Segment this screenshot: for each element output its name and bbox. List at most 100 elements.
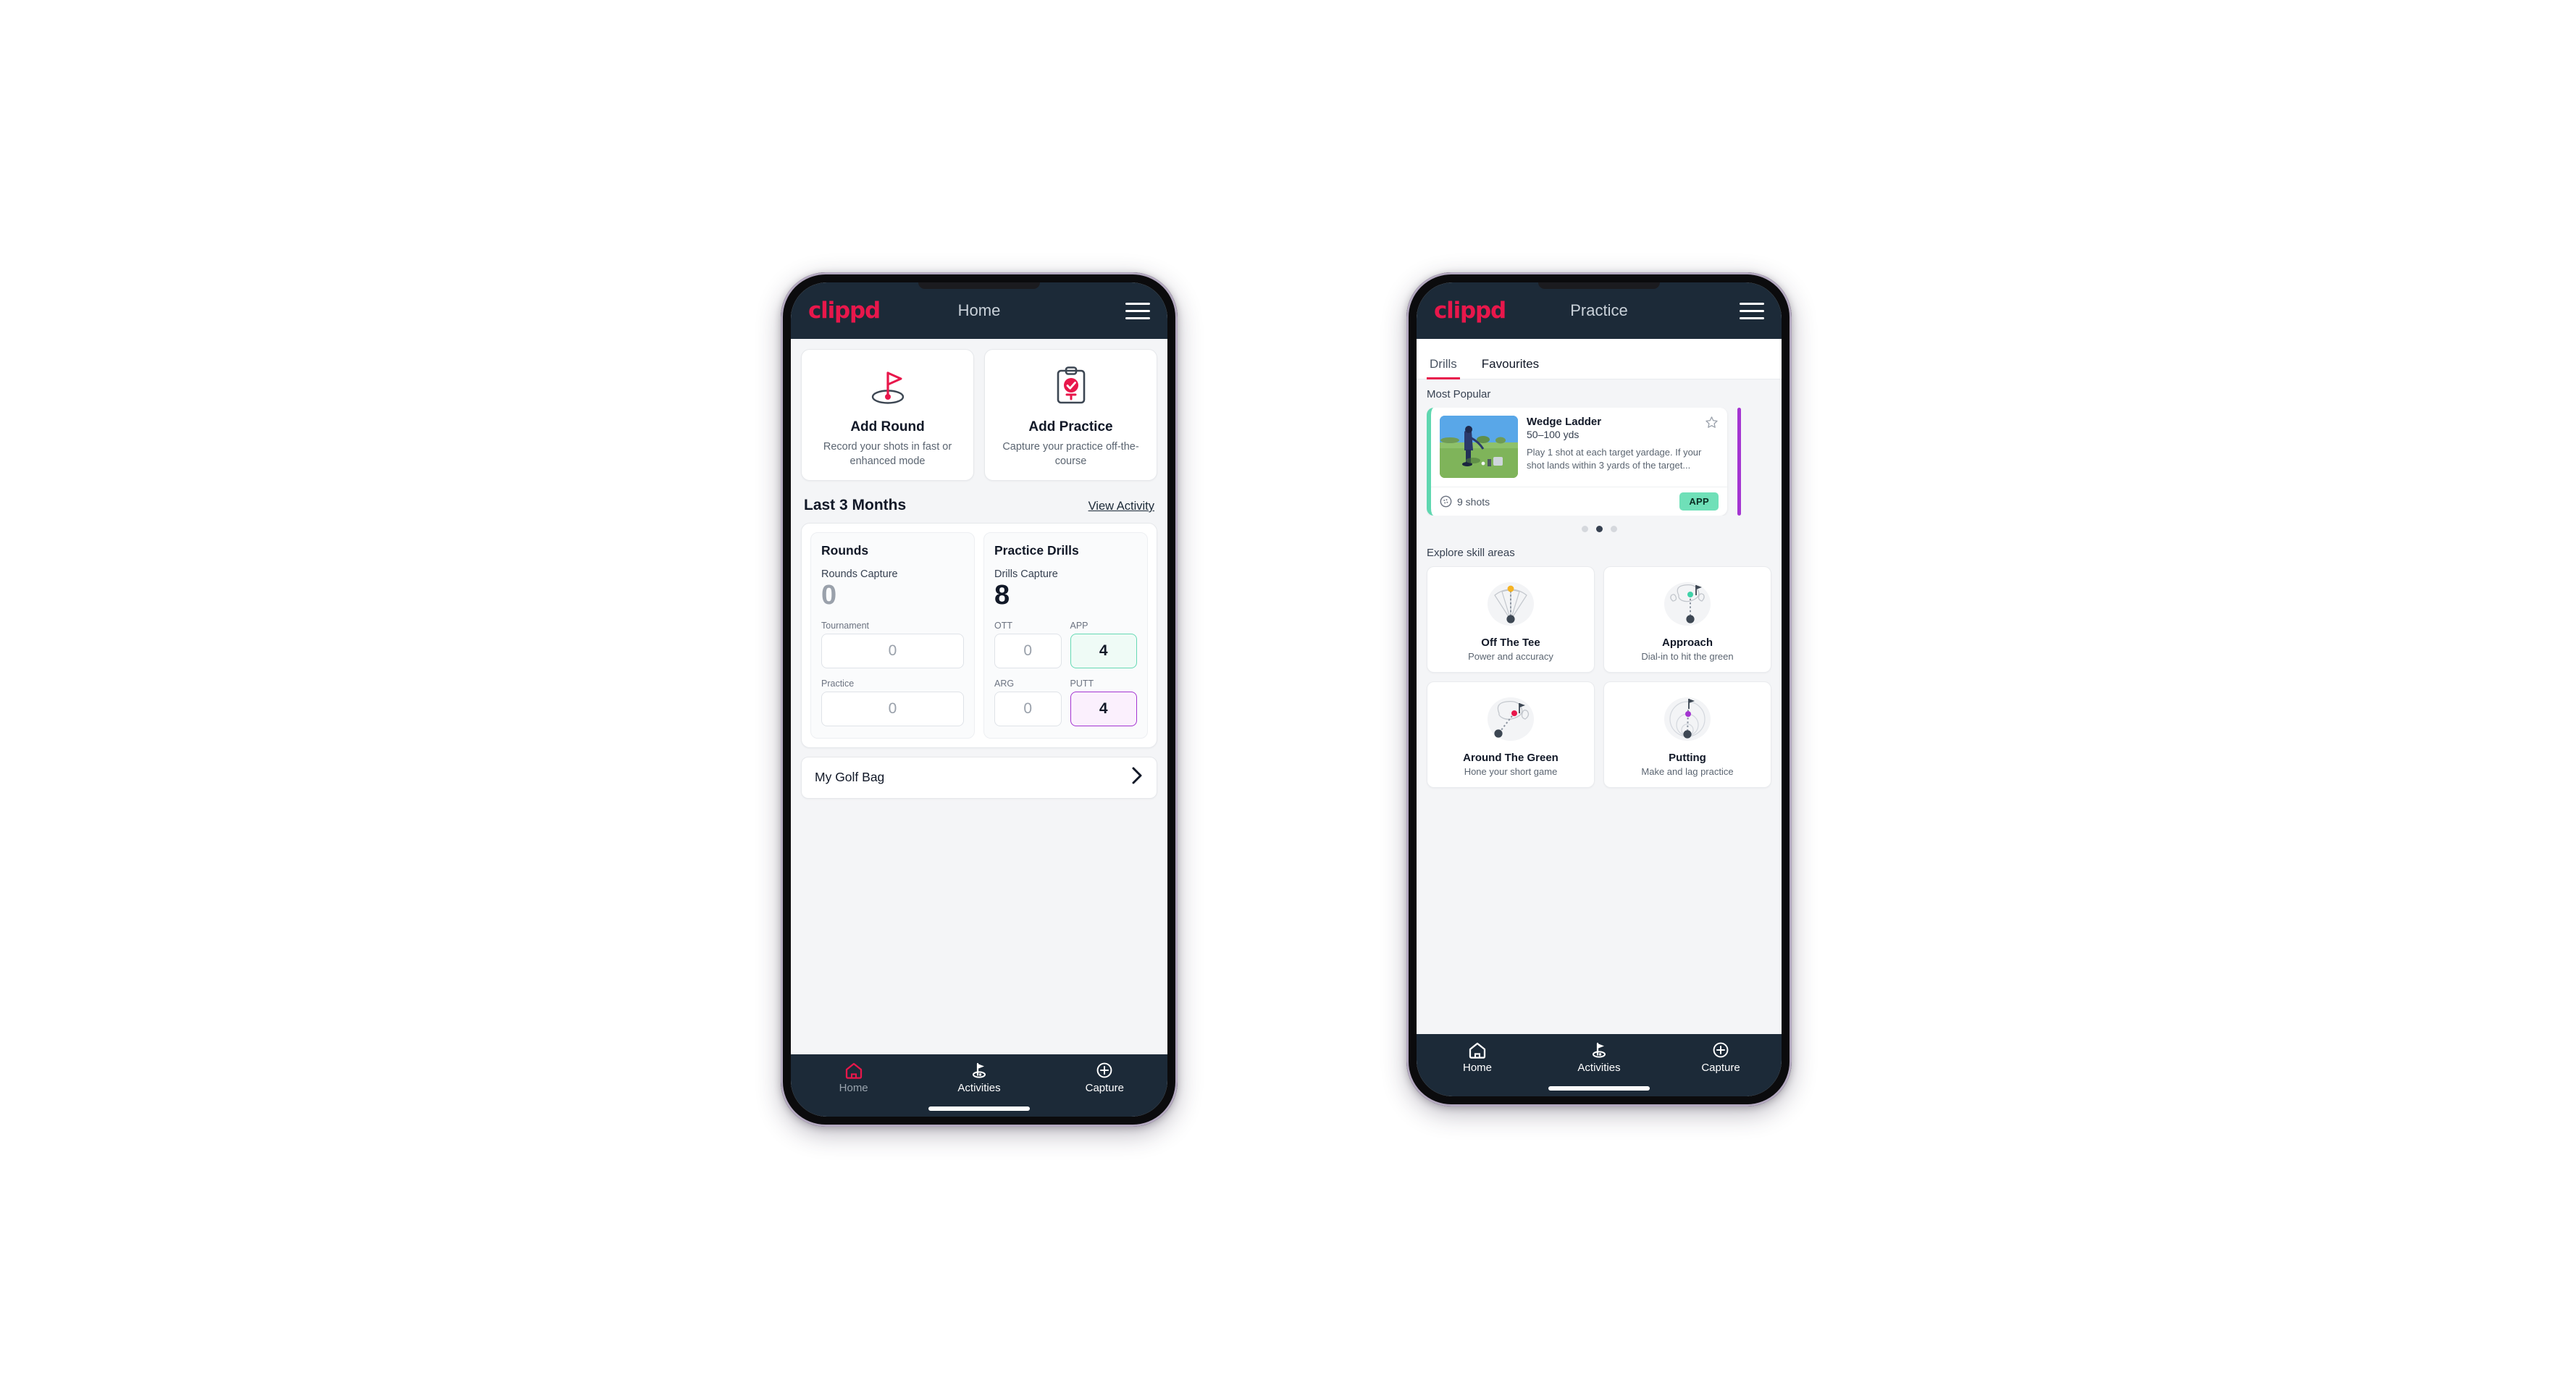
clipboard-check-icon	[992, 364, 1149, 408]
nav-activities-label: Activities	[957, 1082, 1001, 1094]
drill-yardage: 50–100 yds	[1527, 429, 1579, 440]
add-practice-subtitle: Capture your practice off-the-course	[1002, 441, 1139, 467]
home-indicator	[928, 1106, 1030, 1111]
nav-home-label: Home	[839, 1082, 868, 1094]
skill-card-off-the-tee[interactable]: Off The Tee Power and accuracy	[1427, 566, 1595, 673]
last-3-months-header: Last 3 Months View Activity	[801, 481, 1157, 523]
pagination-dot[interactable]	[1581, 526, 1588, 532]
phone-notch	[1538, 282, 1660, 289]
star-outline-icon[interactable]	[1705, 416, 1719, 433]
putt-value[interactable]: 4	[1070, 691, 1137, 726]
home-content: Add Round Record your shots in fast or e…	[791, 339, 1167, 1054]
canvas: clippd Home Add Round Record your shots …	[0, 0, 2576, 1386]
my-golf-bag-row[interactable]: My Golf Bag	[801, 756, 1157, 799]
explore-skill-areas-label: Explore skill areas	[1427, 547, 1515, 559]
home-appbar: clippd Home	[791, 282, 1167, 339]
quick-actions-row: Add Round Record your shots in fast or e…	[801, 349, 1157, 481]
practice-label: Practice	[821, 678, 855, 689]
pagination-dot[interactable]	[1610, 526, 1617, 532]
tab-favourites[interactable]: Favourites	[1482, 357, 1539, 379]
app-value[interactable]: 4	[1070, 633, 1137, 668]
drills-capture-value: 8	[994, 580, 1010, 610]
skill-name: Putting	[1669, 752, 1706, 764]
add-round-title: Add Round	[850, 419, 925, 434]
nav-capture[interactable]: Capture	[1043, 1062, 1167, 1094]
add-practice-title: Add Practice	[1028, 419, 1113, 434]
putt-label: PUTT	[1070, 678, 1094, 689]
tee-fan-icon	[1433, 577, 1588, 631]
rounds-capture-label: Rounds Capture	[821, 568, 898, 580]
rounds-capture-value: 0	[821, 580, 837, 610]
skill-subtitle: Power and accuracy	[1468, 651, 1553, 662]
tournament-value[interactable]: 0	[821, 633, 964, 668]
next-drill-card-edge[interactable]	[1737, 408, 1741, 516]
golf-ball-icon	[1440, 495, 1452, 508]
skill-card-approach[interactable]: Approach Dial-in to hit the green	[1603, 566, 1771, 673]
chevron-right-icon	[1131, 766, 1144, 789]
golf-flag-icon	[972, 1062, 986, 1078]
add-round-card[interactable]: Add Round Record your shots in fast or e…	[801, 349, 974, 481]
nav-home[interactable]: Home	[792, 1062, 916, 1094]
rounds-heading: Rounds	[821, 543, 869, 558]
skill-subtitle: Dial-in to hit the green	[1641, 651, 1734, 662]
practice-screen: clippd Practice Drills Favourites Most P…	[1417, 282, 1782, 1096]
phone-notch	[918, 282, 1040, 289]
practice-content: Most Popular Wedge Ladder 50–100 yds Pla…	[1417, 379, 1782, 1034]
golf-flag-hole-icon	[809, 364, 966, 408]
arg-label: ARG	[994, 678, 1015, 689]
phone-mockup-home: clippd Home Add Round Record your shots …	[781, 272, 1178, 1127]
home-indicator	[1548, 1086, 1650, 1091]
nav-capture[interactable]: Capture	[1661, 1041, 1781, 1074]
nav-activities-label: Activities	[1577, 1062, 1621, 1074]
home-bottom-nav: Home Activities Capture	[791, 1054, 1167, 1117]
drill-name: Wedge Ladder	[1527, 416, 1602, 428]
hamburger-menu-icon[interactable]	[1740, 302, 1764, 319]
skill-name: Off The Tee	[1481, 637, 1540, 649]
rounds-stat-column: Rounds Rounds Capture 0 Tournament 0 Pra…	[810, 532, 975, 739]
drill-card[interactable]: Wedge Ladder 50–100 yds Play 1 shot at e…	[1427, 408, 1727, 516]
putting-rings-icon	[1610, 692, 1765, 746]
section-title: Last 3 Months	[804, 497, 907, 513]
home-icon	[845, 1062, 862, 1079]
carousel-pagination[interactable]	[1427, 516, 1771, 532]
arg-value[interactable]: 0	[994, 691, 1062, 726]
practice-bottom-nav: Home Activities Capture	[1417, 1034, 1782, 1096]
skill-subtitle: Make and lag practice	[1641, 766, 1734, 777]
drill-shots: 9 shots	[1440, 495, 1490, 508]
tab-drills[interactable]: Drills	[1427, 357, 1460, 379]
nav-home[interactable]: Home	[1417, 1041, 1537, 1074]
ott-value[interactable]: 0	[994, 633, 1062, 668]
green-approach-icon	[1610, 577, 1765, 631]
tournament-label: Tournament	[821, 620, 870, 631]
hamburger-menu-icon[interactable]	[1125, 302, 1150, 319]
stats-card: Rounds Rounds Capture 0 Tournament 0 Pra…	[801, 523, 1157, 748]
drills-capture-label: Drills Capture	[994, 568, 1058, 580]
skill-card-around-the-green[interactable]: Around The Green Hone your short game	[1427, 681, 1595, 788]
home-icon	[1469, 1042, 1486, 1059]
nav-activities[interactable]: Activities	[917, 1062, 1041, 1094]
pagination-dot-active[interactable]	[1595, 526, 1603, 532]
skill-areas-grid: Off The Tee Power and accuracy Approach …	[1427, 566, 1771, 788]
clippd-logo[interactable]: clippd	[1434, 299, 1506, 322]
nav-home-label: Home	[1462, 1062, 1492, 1074]
skill-name: Around The Green	[1463, 752, 1558, 764]
drill-description: Play 1 shot at each target yardage. If y…	[1527, 447, 1702, 471]
skill-card-putting[interactable]: Putting Make and lag practice	[1603, 681, 1771, 788]
drill-thumbnail	[1440, 416, 1518, 478]
add-practice-card[interactable]: Add Practice Capture your practice off-t…	[984, 349, 1157, 481]
drill-shots-label: 9 shots	[1457, 495, 1490, 508]
golf-flag-icon	[1593, 1042, 1606, 1058]
nav-activities[interactable]: Activities	[1539, 1041, 1659, 1074]
nav-capture-label: Capture	[1085, 1082, 1124, 1094]
phone-mockup-practice: clippd Practice Drills Favourites Most P…	[1406, 272, 1792, 1106]
practice-tabs: Drills Favourites	[1417, 339, 1782, 379]
drill-carousel[interactable]: Wedge Ladder 50–100 yds Play 1 shot at e…	[1427, 408, 1771, 516]
nav-capture-label: Capture	[1701, 1062, 1740, 1074]
drills-stat-column: Practice Drills Drills Capture 8 OTT APP…	[983, 532, 1148, 739]
view-activity-link[interactable]: View Activity	[1088, 500, 1154, 513]
most-popular-label: Most Popular	[1427, 388, 1491, 400]
plus-circle-icon	[1713, 1042, 1729, 1058]
clippd-logo[interactable]: clippd	[808, 299, 881, 322]
practice-value[interactable]: 0	[821, 691, 964, 726]
practice-appbar: clippd Practice	[1417, 282, 1782, 339]
